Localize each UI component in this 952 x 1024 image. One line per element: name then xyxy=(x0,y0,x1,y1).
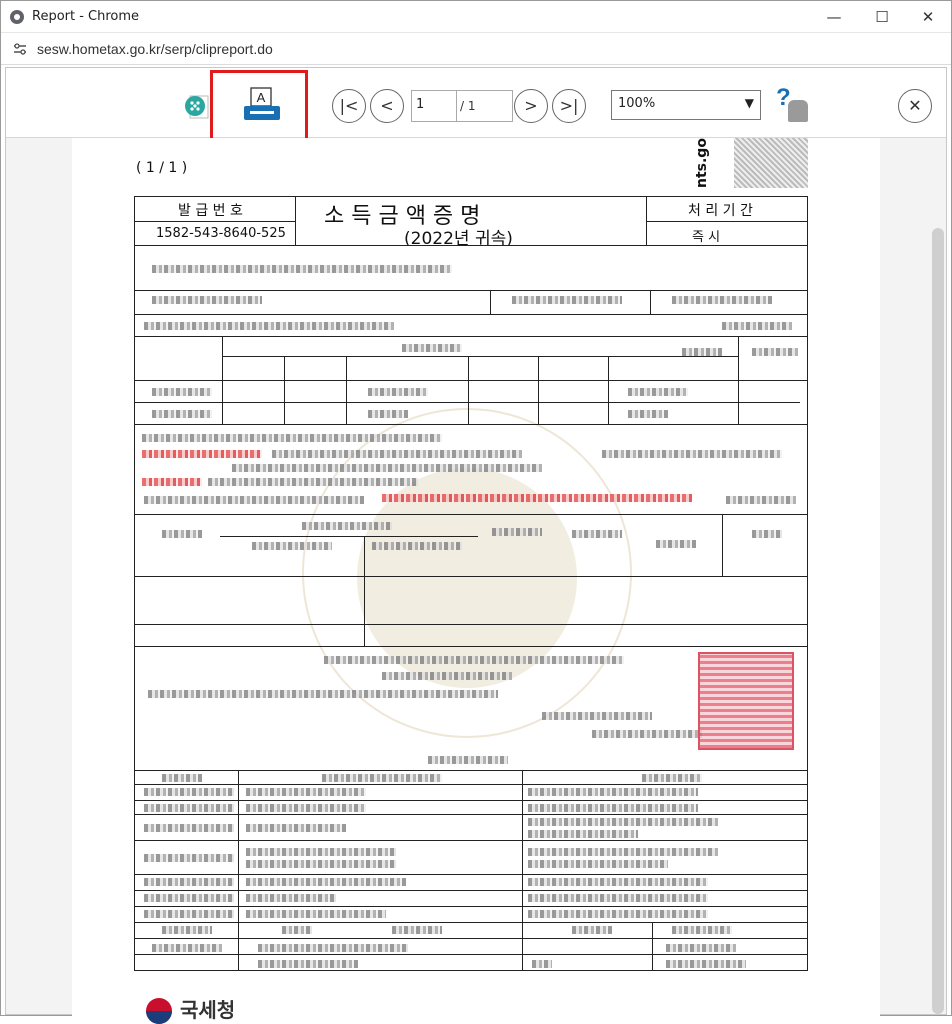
page-total: / 1 xyxy=(457,90,513,122)
prev-page-button[interactable]: < xyxy=(370,89,404,123)
issue-number: 1582-543-8640-525 xyxy=(156,226,286,241)
title-bar: Report - Chrome — ☐ ✕ xyxy=(1,1,951,33)
site-mark: nts.go xyxy=(694,138,710,188)
processing-label: 처 리 기 간 xyxy=(688,203,753,219)
close-viewer-button[interactable]: ✕ xyxy=(898,89,932,123)
window-title: Report - Chrome xyxy=(32,9,140,24)
qr-code xyxy=(734,138,808,188)
nts-logo-icon xyxy=(146,998,172,1024)
help-button[interactable]: ? xyxy=(776,84,812,124)
next-page-button[interactable]: > xyxy=(514,89,548,123)
issue-number-label: 발 급 번 호 xyxy=(178,203,243,219)
browser-window: Report - Chrome — ☐ ✕ sesw.hometax.go.kr… xyxy=(0,0,952,1024)
first-page-button[interactable]: |< xyxy=(332,89,366,123)
footer-brand: 국세청 xyxy=(180,998,236,1022)
url-text: sesw.hometax.go.kr/serp/clipreport.do xyxy=(37,41,273,57)
minimize-button[interactable]: — xyxy=(811,1,857,33)
save-icon[interactable] xyxy=(182,92,212,122)
address-bar[interactable]: sesw.hometax.go.kr/serp/clipreport.do xyxy=(1,33,951,65)
processing-value: 즉 시 xyxy=(692,230,721,245)
zoom-select[interactable]: 100% ▼ xyxy=(611,90,761,120)
scrollbar-thumb[interactable] xyxy=(932,228,944,1014)
zoom-value: 100% xyxy=(618,96,656,111)
page-indicator: ( 1 / 1 ) xyxy=(136,160,188,176)
page-number-input[interactable]: 1 xyxy=(411,90,457,122)
maximize-button[interactable]: ☐ xyxy=(859,1,905,33)
person-icon xyxy=(788,100,808,122)
site-settings-icon[interactable] xyxy=(13,43,27,55)
official-stamp xyxy=(698,652,794,750)
applicant-address xyxy=(152,265,452,273)
last-page-button[interactable]: >| xyxy=(552,89,586,123)
print-highlight-box xyxy=(210,70,308,141)
close-window-button[interactable]: ✕ xyxy=(905,1,951,33)
viewer-toolbar: A |< < 1 / 1 > >| 100% ▼ ? ✕ xyxy=(6,68,946,141)
report-viewer: A |< < 1 / 1 > >| 100% ▼ ? ✕ (1 / 1) n… xyxy=(5,67,947,1024)
chrome-icon xyxy=(10,10,24,24)
document-page: ( 1 / 1 ) nts.go 발 급 번 호 1582-543-8640-5… xyxy=(72,138,880,1024)
chevron-down-icon: ▼ xyxy=(744,96,754,110)
